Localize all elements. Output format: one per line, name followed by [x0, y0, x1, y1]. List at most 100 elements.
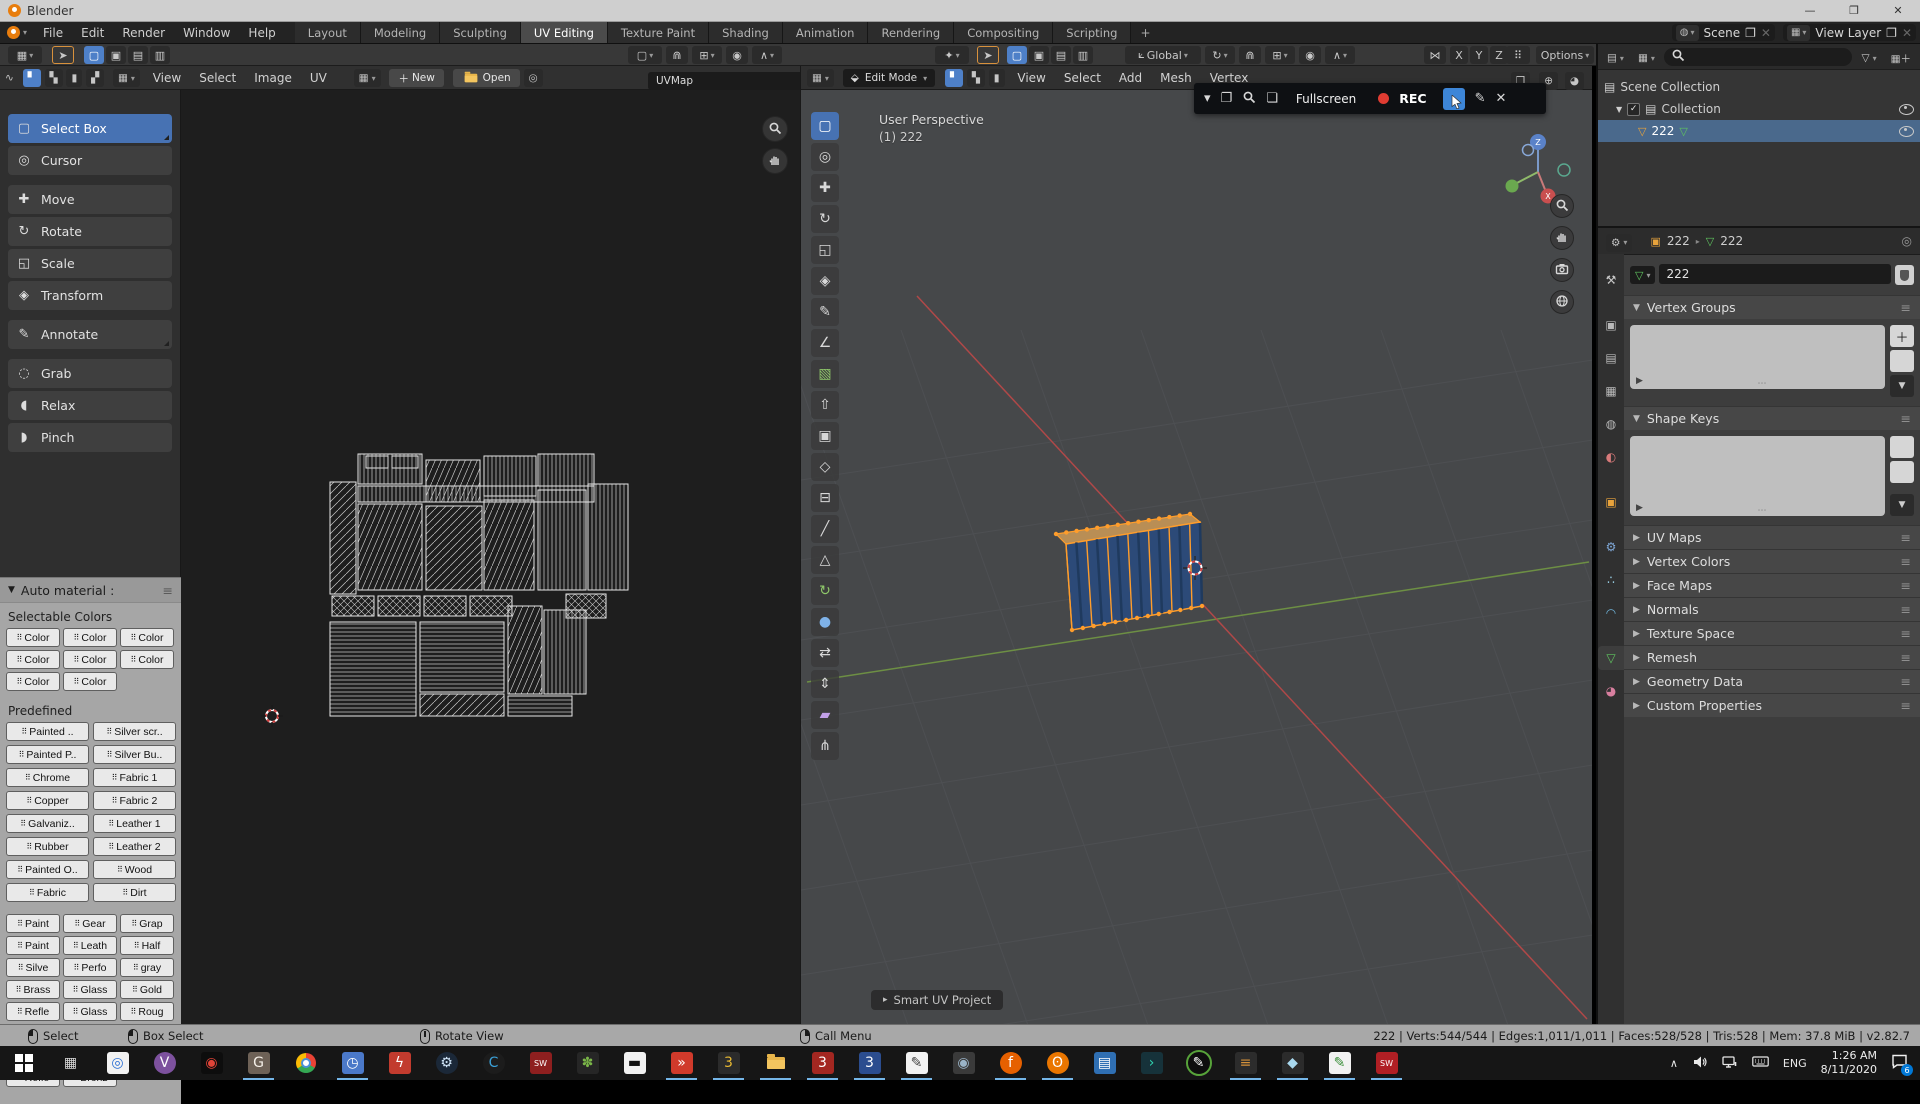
fake-user-shield-icon[interactable]: [1895, 265, 1914, 285]
tool-transform[interactable]: ◈Transform: [8, 281, 172, 310]
mesh-name-field[interactable]: 222: [1659, 264, 1891, 284]
material-gear[interactable]: ⠿Gear: [63, 914, 117, 933]
viewport-menu-select[interactable]: Select: [1055, 66, 1110, 90]
close-button[interactable]: ✕: [1876, 0, 1920, 21]
open-image-button[interactable]: Open: [453, 69, 520, 87]
taskbar-teal-app-icon[interactable]: ›: [1128, 1046, 1175, 1080]
editor-type-dropdown[interactable]: ▤▾: [1602, 49, 1629, 67]
tool-move[interactable]: ✚Move: [8, 185, 172, 214]
shading-solid-icon[interactable]: ◕: [1565, 72, 1584, 90]
window-capture-icon[interactable]: ❐: [1221, 91, 1233, 106]
panel-header-texture-space[interactable]: ▶Texture Space≡: [1624, 621, 1920, 645]
search-icon[interactable]: [1242, 90, 1256, 108]
panel-header-geometry-data[interactable]: ▶Geometry Data≡: [1624, 669, 1920, 693]
empty-list-box[interactable]: ▶⋯: [1630, 436, 1885, 516]
uv-active-tool-icon[interactable]: ▦▾: [8, 46, 42, 64]
tab-compositing[interactable]: Compositing: [954, 22, 1053, 43]
properties-tab-particles[interactable]: ∴: [1598, 568, 1624, 592]
tool-rotate[interactable]: ↻Rotate: [8, 217, 172, 246]
material-fabric-1[interactable]: ⠿Fabric 1: [93, 768, 176, 787]
uv-select-mode-new[interactable]: ▢: [84, 46, 104, 64]
uv-vertex-select-icon[interactable]: ▘: [23, 69, 41, 87]
vp-tool-shear[interactable]: ▰: [811, 701, 839, 729]
material-silver-scr[interactable]: ⠿Silver scr..: [93, 722, 176, 741]
uv-menu-view[interactable]: View: [144, 66, 190, 90]
menu-button[interactable]: ▼: [1890, 375, 1914, 397]
panel-header-uv-maps[interactable]: ▶UV Maps≡: [1624, 525, 1920, 549]
taskbar-chrome-icon[interactable]: [282, 1046, 329, 1080]
material-painted-o[interactable]: ⠿Painted O..: [6, 860, 89, 879]
taskbar-solidworks-2019-icon[interactable]: SW: [517, 1046, 564, 1080]
properties-tab-physics[interactable]: ◠: [1598, 601, 1624, 625]
tab-rendering[interactable]: Rendering: [868, 22, 954, 43]
list-resize-grip[interactable]: ⋯: [1758, 379, 1767, 389]
panel-header-vertex-groups[interactable]: ▼Vertex Groups≡: [1624, 295, 1920, 319]
expand-icon[interactable]: ▼: [1616, 105, 1622, 114]
transform-orientation-dropdown[interactable]: ⟀ Global▾: [1125, 46, 1201, 64]
face-select-mode-icon[interactable]: ▮: [989, 69, 1005, 87]
vp-select-mode-subtract[interactable]: ▤: [1051, 46, 1071, 64]
menu-button[interactable]: ▼: [1890, 494, 1914, 516]
panel-header-vertex-colors[interactable]: ▶Vertex Colors≡: [1624, 549, 1920, 573]
breadcrumb-data[interactable]: 222: [1720, 234, 1743, 248]
vp-tool-add-cube[interactable]: ▧: [811, 360, 839, 388]
image-browse-dropdown[interactable]: ▦▾: [354, 69, 381, 87]
vp-select-mode-invert[interactable]: ▥: [1073, 46, 1093, 64]
panel-header-remesh[interactable]: ▶Remesh≡: [1624, 645, 1920, 669]
empty-list-box[interactable]: ▶⋯: [1630, 325, 1885, 389]
tool-cursor[interactable]: ◎Cursor: [8, 146, 172, 175]
material-perfo[interactable]: ⠿Perfo: [63, 958, 117, 977]
tool-pinch[interactable]: ◗Pinch: [8, 423, 172, 452]
edge-select-mode-icon[interactable]: ▚: [967, 69, 985, 87]
material-chrome[interactable]: ⠿Chrome: [6, 768, 89, 787]
taskbar-document-editor-icon[interactable]: ✎: [893, 1046, 940, 1080]
color-6-color[interactable]: ⠿Color: [6, 672, 60, 691]
taskbar-flash-player-icon[interactable]: ▬: [611, 1046, 658, 1080]
zoom-button[interactable]: [762, 116, 788, 142]
taskbar-plant-app-icon[interactable]: ✽: [564, 1046, 611, 1080]
mirror-x-button[interactable]: X: [1450, 46, 1468, 64]
color-1-color[interactable]: ⠿Color: [63, 628, 117, 647]
new-collection-button[interactable]: ▦＋: [1886, 49, 1916, 67]
vp-cursor-tool-icon[interactable]: ➤: [977, 46, 999, 64]
menu-help[interactable]: Help: [239, 22, 284, 43]
vp-tool-annotate[interactable]: ✎: [811, 298, 839, 326]
viewport-canvas[interactable]: Z X User Perspective (1) 222 ▢◎✚↻◱◈✎∠▧⇧▣…: [800, 90, 1592, 1024]
material-rubber[interactable]: ⠿Rubber: [6, 837, 89, 856]
material-dirt[interactable]: ⠿Dirt: [93, 883, 176, 902]
material-silve[interactable]: ⠿Silve: [6, 958, 60, 977]
language-indicator[interactable]: ENG: [1783, 1057, 1807, 1070]
vp-tool-rip-region[interactable]: ⋔: [811, 732, 839, 760]
vp-tool-scale[interactable]: ◱: [811, 236, 839, 264]
vp-tool-knife[interactable]: ╱: [811, 515, 839, 543]
tab-texture-paint[interactable]: Texture Paint: [608, 22, 709, 43]
viewport-pan-button[interactable]: [1550, 226, 1574, 250]
taskbar-red-3-app-icon[interactable]: 3: [799, 1046, 846, 1080]
record-mode-button[interactable]: [1443, 88, 1465, 110]
vp-tool-loop-cut[interactable]: ⊟: [811, 484, 839, 512]
vp-tool-measure[interactable]: ∠: [811, 329, 839, 357]
viewport-camera-button[interactable]: [1550, 258, 1574, 282]
view-layer-selector[interactable]: ▦▾ View Layer ❐ ✕: [1783, 24, 1916, 41]
snap-grid-icon[interactable]: ⠿: [1506, 46, 1530, 64]
viewport-ortho-button[interactable]: [1550, 290, 1574, 314]
tab-uv-editing[interactable]: UV Editing: [521, 22, 608, 43]
new-scene-icon[interactable]: ❐: [1745, 26, 1756, 40]
taskbar-task-view-icon[interactable]: ▦: [47, 1046, 94, 1080]
vp-active-tool-icon[interactable]: ✦▾: [935, 46, 969, 64]
tab-layout[interactable]: Layout: [295, 22, 361, 43]
display-mode-dropdown[interactable]: ▦▾: [1633, 49, 1660, 67]
uv-snap-magnet-icon[interactable]: ⋒: [666, 46, 688, 64]
snap-magnet-icon[interactable]: ⋒: [1239, 46, 1261, 64]
material-brass[interactable]: ⠿Brass: [6, 980, 60, 999]
material-leather-2[interactable]: ⠿Leather 2: [93, 837, 176, 856]
taskbar-clock[interactable]: 1:26 AM 8/11/2020: [1821, 1049, 1877, 1078]
blank-button[interactable]: [1890, 461, 1914, 483]
y-axis-handle[interactable]: [1506, 180, 1519, 193]
pan-hand-button[interactable]: [762, 148, 788, 174]
uv-falloff-dropdown[interactable]: ∧▾: [752, 46, 782, 64]
mirror-icon[interactable]: ⋈: [1424, 46, 1446, 64]
uv-editor-canvas[interactable]: [181, 90, 800, 1024]
taskbar-pen-app-icon[interactable]: ✎: [1175, 1046, 1222, 1080]
list-expand-icon[interactable]: ▶: [1636, 503, 1643, 513]
